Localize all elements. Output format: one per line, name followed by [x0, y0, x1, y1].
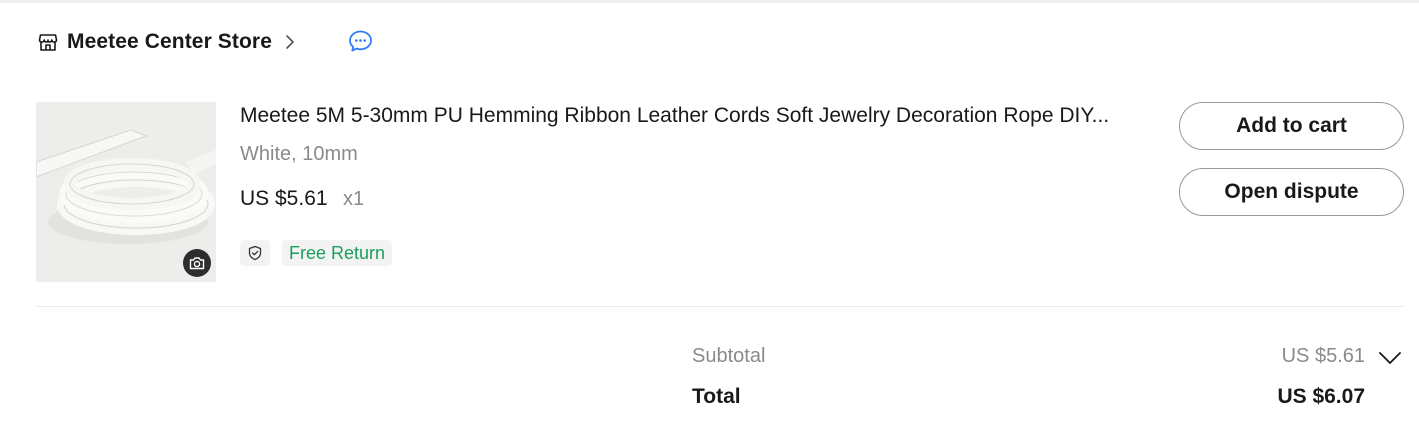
store-name-link[interactable]: Meetee Center Store [67, 30, 272, 54]
product-quantity: x1 [343, 188, 365, 210]
chat-bubble-icon[interactable] [348, 29, 373, 53]
product-title[interactable]: Meetee 5M 5-30mm PU Hemming Ribbon Leath… [240, 104, 1140, 128]
subtotal-label: Subtotal [692, 345, 766, 367]
top-divider [0, 0, 1419, 3]
total-label: Total [692, 385, 741, 408]
chevron-right-icon[interactable] [284, 34, 296, 50]
open-dispute-button[interactable]: Open dispute [1179, 168, 1404, 216]
section-divider [36, 306, 1404, 307]
product-price: US $5.61 [240, 187, 328, 210]
product-image[interactable] [36, 102, 216, 282]
product-variant: White, 10mm [240, 143, 358, 165]
store-header: Meetee Center Store [38, 28, 296, 56]
store-icon [38, 32, 58, 52]
shield-icon [240, 240, 270, 266]
total-value: US $6.07 [1277, 385, 1365, 408]
chevron-down-icon[interactable] [1378, 350, 1402, 366]
free-return-badge: Free Return [282, 240, 393, 266]
camera-icon[interactable] [183, 249, 211, 277]
add-to-cart-button[interactable]: Add to cart [1179, 102, 1404, 150]
subtotal-value: US $5.61 [1281, 345, 1365, 367]
